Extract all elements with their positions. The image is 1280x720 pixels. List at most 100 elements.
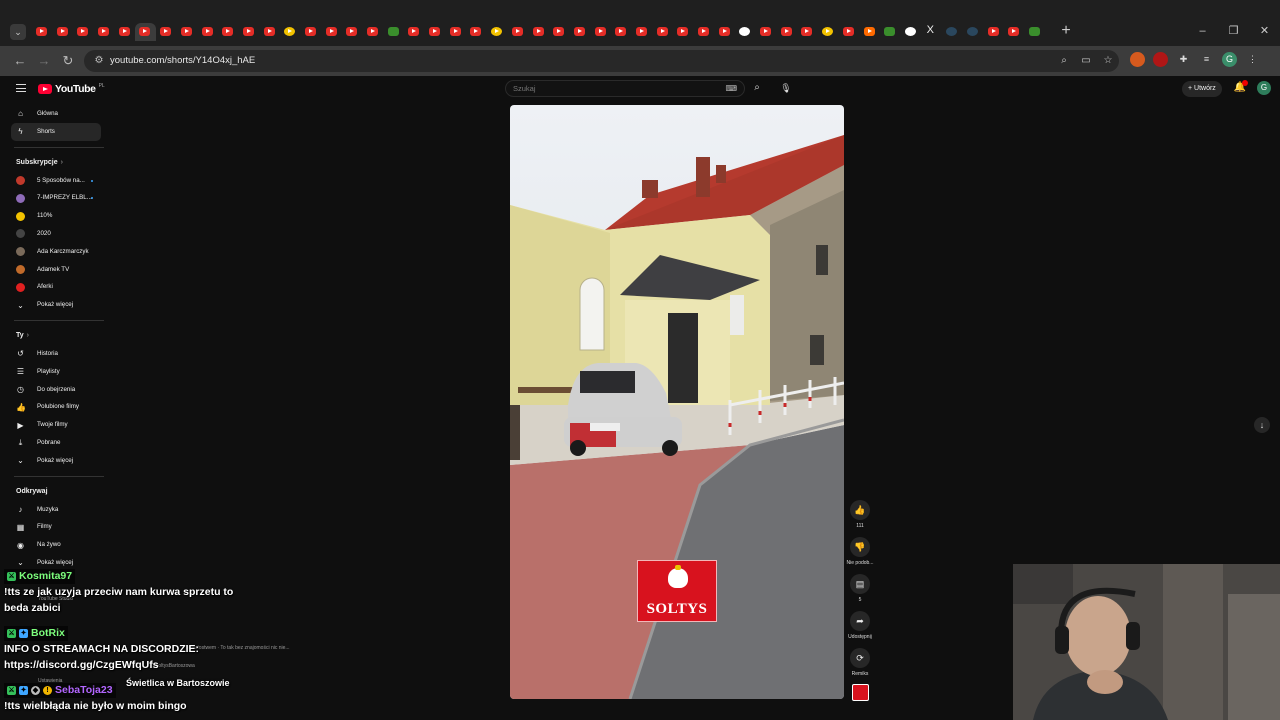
create-button[interactable]: + Utwórz: [1182, 81, 1222, 97]
sidebar-item[interactable]: Ada Karczmarczyk: [0, 243, 101, 261]
browser-tab[interactable]: [529, 23, 550, 41]
address-bar[interactable]: ⚙ youtube.com/shorts/Y14O4xj_hAE ⌕ ▭ ☆: [84, 50, 1119, 72]
extension-icon-orange[interactable]: [1130, 52, 1145, 67]
browser-tab[interactable]: [177, 23, 198, 41]
browser-tab[interactable]: [756, 23, 777, 41]
browser-tab[interactable]: [508, 23, 529, 41]
browser-menu-icon[interactable]: ⋮: [1245, 52, 1260, 67]
restore-button[interactable]: ❐: [1218, 22, 1249, 40]
back-icon[interactable]: ←: [12, 53, 28, 69]
sidebar-item[interactable]: ▦ Filmy: [0, 518, 101, 536]
minimize-button[interactable]: –: [1187, 22, 1218, 40]
extension-icon-red[interactable]: [1153, 52, 1168, 67]
browser-tab[interactable]: [611, 23, 632, 41]
browser-tab[interactable]: [363, 23, 384, 41]
close-window-button[interactable]: ✕: [1249, 22, 1280, 40]
bookmark-star-icon[interactable]: ☆: [1100, 54, 1116, 68]
share-icon[interactable]: ➦: [850, 611, 870, 631]
sidebar-item[interactable]: ⌄ Pokaż więcej: [0, 296, 101, 314]
sidebar-item[interactable]: ▶ Twoje filmy: [0, 416, 101, 434]
like-icon[interactable]: 👍: [850, 500, 870, 520]
subscriptions-heading[interactable]: Subskrypcje ›: [0, 154, 106, 172]
browser-tab[interactable]: [818, 23, 839, 41]
browser-tab[interactable]: [942, 23, 963, 41]
browser-tab[interactable]: [549, 23, 570, 41]
browser-tab[interactable]: [963, 23, 984, 41]
remix-action[interactable]: ⟳ Remiks: [845, 648, 875, 680]
browser-tab[interactable]: [384, 23, 405, 41]
browser-tab[interactable]: [198, 23, 219, 41]
browser-tab[interactable]: [322, 23, 343, 41]
sidebar-item[interactable]: 7-IMPREZY ELBL...: [0, 189, 101, 207]
sidebar-item[interactable]: 110%: [0, 207, 101, 225]
sidebar-item[interactable]: Aferki: [0, 278, 101, 296]
browser-tab[interactable]: [984, 23, 1005, 41]
sidebar-item[interactable]: ⌄ Pokaż więcej: [0, 452, 101, 470]
tab-search-button[interactable]: ⌄: [10, 24, 26, 40]
forward-icon[interactable]: →: [36, 53, 52, 69]
browser-tab[interactable]: [115, 23, 136, 41]
browser-tab[interactable]: [73, 23, 94, 41]
browser-tab[interactable]: [404, 23, 425, 41]
comments-action[interactable]: ▤ 5: [845, 574, 875, 606]
browser-tab[interactable]: [239, 23, 260, 41]
browser-tab[interactable]: [673, 23, 694, 41]
share-action[interactable]: ➦ Udostępnij: [845, 611, 875, 643]
browser-tab[interactable]: [860, 23, 881, 41]
browser-tab[interactable]: [797, 23, 818, 41]
sidebar-item-home[interactable]: ⌂ Główna: [0, 105, 101, 123]
reload-icon[interactable]: ↻: [60, 53, 76, 69]
browser-tab[interactable]: [880, 23, 901, 41]
browser-tab[interactable]: [53, 23, 74, 41]
cast-icon[interactable]: ▭: [1078, 54, 1094, 68]
search-icon[interactable]: ⌕: [750, 81, 764, 95]
comment-icon[interactable]: ▤: [850, 574, 870, 594]
browser-tab[interactable]: [591, 23, 612, 41]
browser-tab[interactable]: [777, 23, 798, 41]
dislike-icon[interactable]: 👎: [850, 537, 870, 557]
browser-tab[interactable]: [694, 23, 715, 41]
browser-tab[interactable]: [280, 23, 301, 41]
browser-tab[interactable]: [260, 23, 281, 41]
browser-tab[interactable]: [632, 23, 653, 41]
sidebar-item[interactable]: ☰ Playlisty: [0, 363, 101, 381]
media-control-icon[interactable]: ≡: [1199, 52, 1214, 67]
sidebar-item[interactable]: ◷ Do obejrzenia: [0, 381, 101, 399]
browser-tab[interactable]: [922, 23, 943, 41]
sidebar-item[interactable]: 👍 Polubione filmy: [0, 398, 101, 416]
sidebar-item[interactable]: ◉ Na żywo: [0, 536, 101, 554]
sidebar-item[interactable]: ↺ Historia: [0, 345, 101, 363]
site-info-icon[interactable]: ⚙: [92, 54, 106, 68]
browser-tab[interactable]: [94, 23, 115, 41]
browser-tab[interactable]: [653, 23, 674, 41]
you-heading[interactable]: Ty ›: [0, 327, 106, 345]
browser-tab[interactable]: [446, 23, 467, 41]
menu-hamburger-icon[interactable]: [16, 84, 26, 92]
browser-tab[interactable]: [735, 23, 756, 41]
next-short-arrow-icon[interactable]: ↓: [1254, 417, 1270, 433]
sidebar-item[interactable]: Adamek TV: [0, 261, 101, 279]
browser-tab[interactable]: [901, 23, 922, 41]
sidebar-item[interactable]: ♪ Muzyka: [0, 501, 101, 519]
browser-tab[interactable]: [487, 23, 508, 41]
browser-tab[interactable]: [425, 23, 446, 41]
microphone-icon[interactable]: 🎙: [779, 81, 793, 95]
channel-avatar[interactable]: [851, 684, 869, 701]
sidebar-item[interactable]: 2020: [0, 225, 101, 243]
like-action[interactable]: 👍 111: [845, 500, 875, 532]
browser-tab[interactable]: [1004, 23, 1025, 41]
browser-tab[interactable]: [715, 23, 736, 41]
url-text[interactable]: youtube.com/shorts/Y14O4xj_hAE: [110, 54, 255, 68]
browser-tab[interactable]: [32, 23, 53, 41]
browser-tab[interactable]: [156, 23, 177, 41]
browser-tab[interactable]: [301, 23, 322, 41]
zoom-icon[interactable]: ⌕: [1056, 54, 1072, 68]
sidebar-item-shorts[interactable]: ϟ Shorts: [11, 122, 101, 141]
notifications-bell-icon[interactable]: 🔔: [1233, 80, 1248, 95]
remix-icon[interactable]: ⟳: [850, 648, 870, 668]
keyboard-icon[interactable]: ⌨: [725, 84, 737, 94]
browser-tab[interactable]: [1025, 23, 1046, 41]
browser-profile-avatar[interactable]: G: [1222, 52, 1237, 67]
sidebar-item[interactable]: ⤓ Pobrane: [0, 434, 101, 452]
browser-tab[interactable]: [218, 23, 239, 41]
